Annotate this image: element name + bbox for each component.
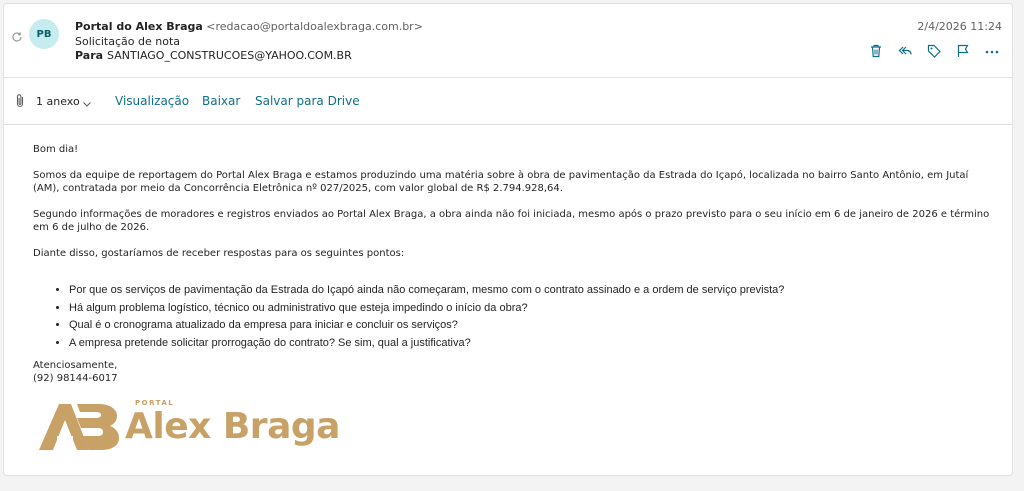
tag-icon[interactable] [926, 43, 942, 59]
message-actions [868, 43, 1000, 59]
flag-icon[interactable] [955, 43, 971, 59]
questions-list: Por que os serviços de pavimentação da E… [53, 282, 993, 352]
email-header: PB Portal do Alex Braga <redacao@portald… [4, 4, 1012, 77]
body-paragraph-1: Somos da equipe de reportagem do Portal … [33, 170, 969, 194]
preview-link[interactable]: Visualização [115, 94, 189, 108]
recipient-email[interactable]: SANTIAGO_CONSTRUCOES@YAHOO.COM.BR [107, 49, 352, 62]
list-item: Por que os serviços de pavimentação da E… [69, 282, 993, 300]
list-item: A empresa pretende solicitar prorrogação… [69, 335, 993, 353]
email-body: Bom dia! Somos da equipe de reportagem d… [33, 143, 993, 385]
to-label: Para [75, 49, 104, 62]
attachment-divider [4, 124, 1012, 125]
chevron-down-icon[interactable] [82, 95, 92, 107]
logo-name-text: Alex Braga [125, 406, 340, 447]
email-reading-pane: PB Portal do Alex Braga <redacao@portald… [3, 3, 1013, 476]
attachment-bar: 1 anexo Visualização Baixar Salvar para … [4, 78, 1012, 124]
more-icon[interactable] [984, 43, 1000, 59]
attachment-count[interactable]: 1 anexo [36, 95, 80, 108]
body-paragraph-2: Segundo informações de moradores e regis… [33, 209, 990, 233]
sender-name[interactable]: Portal do Alex Braga [75, 20, 203, 33]
body-paragraph-3: Diante disso, gostaríamos de receber res… [33, 248, 405, 259]
refresh-icon[interactable] [11, 28, 23, 42]
reply-all-icon[interactable] [897, 43, 913, 59]
email-subject: Solicitação de nota [75, 35, 180, 48]
avatar[interactable]: PB [29, 19, 59, 49]
closing: Atenciosamente, [33, 360, 118, 371]
sender-email: <redacao@portaldoalexbraga.com.br> [206, 20, 423, 33]
save-to-drive-link[interactable]: Salvar para Drive [255, 94, 360, 108]
download-link[interactable]: Baixar [202, 94, 240, 108]
logo-mark-icon [39, 404, 119, 450]
recipient-line: Para SANTIAGO_CONSTRUCOES@YAHOO.COM.BR [75, 49, 352, 62]
greeting: Bom dia! [33, 144, 79, 155]
list-item: Há algum problema logístico, técnico ou … [69, 300, 993, 318]
paperclip-icon [14, 93, 26, 109]
trash-icon[interactable] [868, 43, 884, 59]
list-item: Qual é o cronograma atualizado da empres… [69, 317, 993, 335]
sender[interactable]: Portal do Alex Braga <redacao@portaldoal… [75, 20, 423, 33]
phone-number: (92) 98144-6017 [33, 373, 118, 384]
portal-alex-braga-logo: PORTAL Alex Braga [37, 398, 347, 454]
email-date: 2/4/2026 11:24 [917, 20, 1002, 33]
